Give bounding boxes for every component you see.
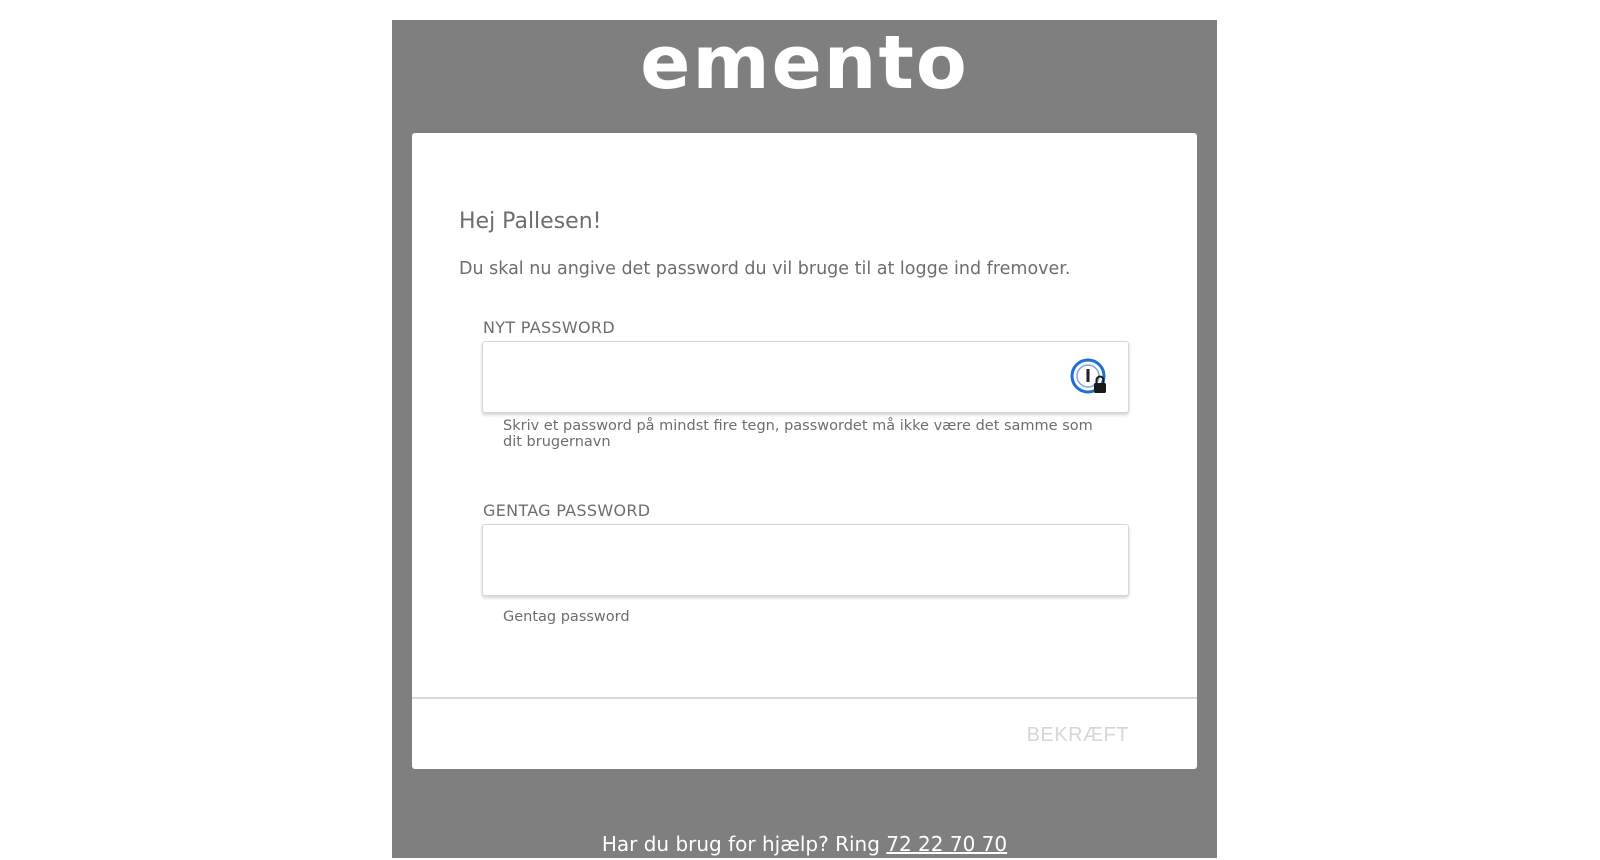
new-password-hint: Skriv et password på mindst fire tegn, p… <box>503 418 1093 450</box>
login-frame: emento Hej Pallesen! Du skal nu angive d… <box>392 20 1217 858</box>
repeat-password-label: GENTAG PASSWORD <box>483 501 651 520</box>
help-text: Har du brug for hjælp? Ring <box>601 832 880 856</box>
repeat-password-hint: Gentag password <box>503 609 630 625</box>
new-password-input[interactable] <box>495 342 1059 412</box>
emento-logo: emento <box>640 20 969 106</box>
repeat-password-field-box <box>482 524 1129 596</box>
repeat-password-input[interactable] <box>495 525 1059 595</box>
intro-text: Du skal nu angive det password du vil br… <box>459 259 1071 279</box>
help-phone-link[interactable]: 72 22 70 70 <box>886 832 1007 856</box>
card-divider <box>412 697 1197 699</box>
help-footer: Har du brug for hjælp? Ring 72 22 70 70 <box>392 832 1217 856</box>
confirm-button[interactable]: BEKRÆFT <box>1021 720 1135 751</box>
new-password-field-box <box>482 341 1129 413</box>
password-card: Hej Pallesen! Du skal nu angive det pass… <box>412 133 1197 769</box>
new-password-label: NYT PASSWORD <box>483 318 615 337</box>
greeting-heading: Hej Pallesen! <box>459 209 602 234</box>
password-manager-icon[interactable] <box>1070 358 1108 396</box>
